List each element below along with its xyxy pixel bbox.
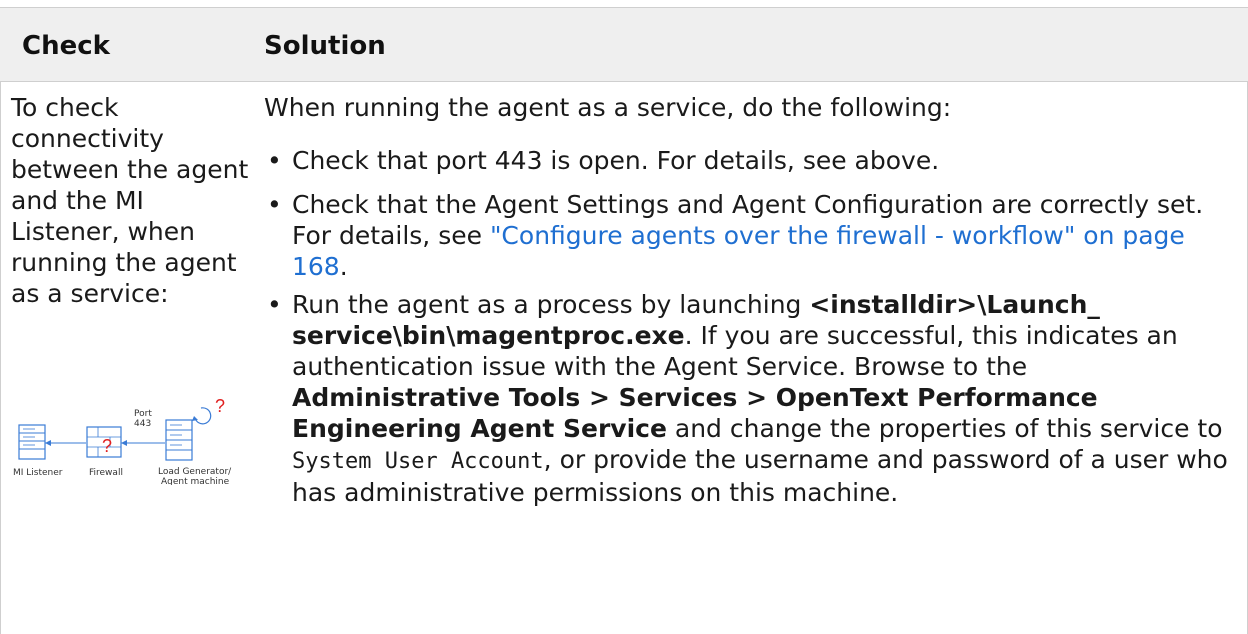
bullet-text-3: and change the properties of this servic… (666, 414, 1223, 443)
connectivity-diagram-image: ? Port 443 ? MI Listener Firewall Load G… (13, 396, 232, 485)
check-cell: To check connectivity between the agent … (11, 92, 249, 309)
mi-listener-server-icon (18, 424, 46, 460)
list-item: • Run the agent as a process by launchin… (264, 289, 1239, 508)
table-left-border (0, 7, 1, 634)
mi-listener-label: MI Listener (13, 468, 63, 478)
bullet-text-end: . (339, 252, 348, 281)
port-label: Port (134, 409, 152, 419)
column-header-check: Check (22, 31, 110, 61)
firewall-icon: ? (86, 426, 122, 458)
table-header-row: Check Solution (0, 7, 1248, 82)
solution-intro: When running the agent as a service, do … (264, 93, 952, 122)
service-question-mark: ? (215, 396, 225, 416)
firewall-label: Firewall (89, 468, 123, 478)
bullet-text: Check that port 443 is open. For details… (292, 146, 940, 175)
list-item: • Check that port 443 is open. For detai… (264, 145, 1239, 176)
solution-cell: When running the agent as a service, do … (264, 92, 1239, 508)
refresh-question-icon: ? (192, 396, 225, 425)
agent-machine-label: Agent machine (161, 477, 230, 485)
load-generator-label: Load Generator/ (158, 467, 232, 477)
column-header-solution: Solution (264, 31, 386, 61)
solution-bullet-list: • Check that port 443 is open. For detai… (264, 145, 1239, 508)
list-item: • Check that the Agent Settings and Agen… (264, 189, 1239, 282)
bullet-marker: • (267, 146, 282, 175)
bullet-text: Run the agent as a process by launching (292, 290, 810, 319)
firewall-question-mark: ? (102, 436, 112, 456)
bullet-marker: • (267, 290, 282, 319)
bullet-marker: • (267, 190, 282, 219)
port-number-label: 443 (134, 419, 151, 429)
check-description: To check connectivity between the agent … (11, 93, 249, 308)
system-user-account-code: System User Account (292, 449, 544, 474)
troubleshooting-table: Check Solution To check connectivity bet… (0, 0, 1248, 634)
load-generator-server-icon (165, 419, 193, 461)
